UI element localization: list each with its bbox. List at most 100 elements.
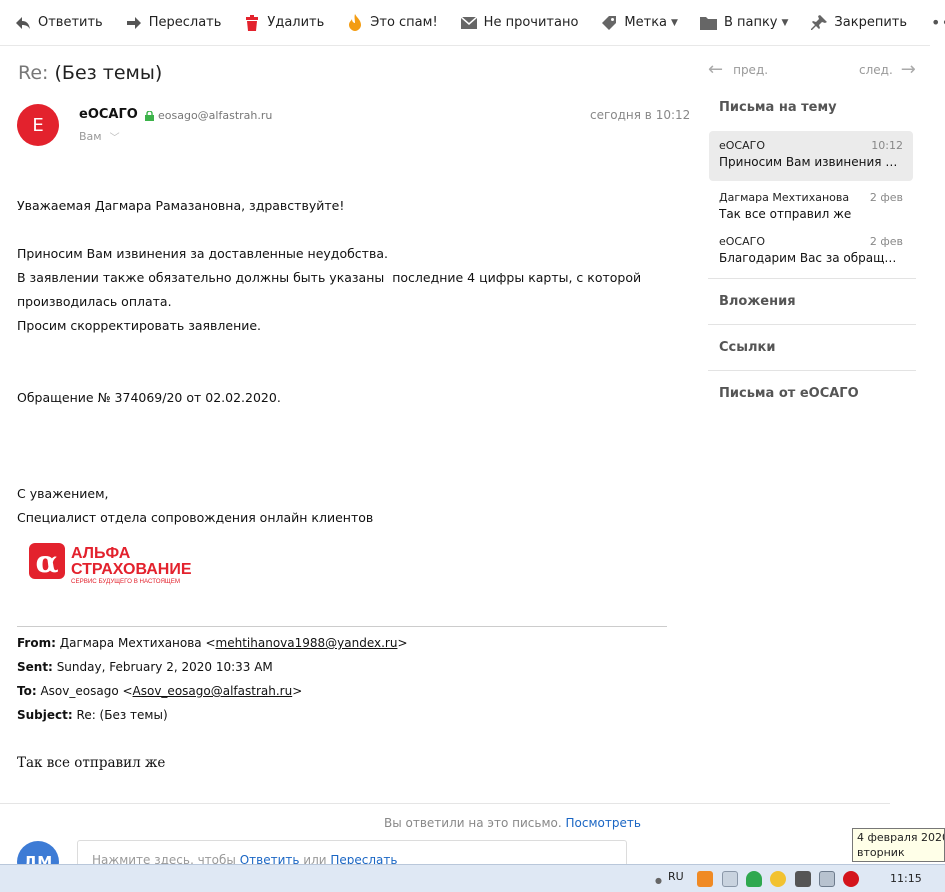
sender-letters-section[interactable]: Письма от еОСАГО	[719, 386, 859, 401]
chevron-down-icon: ﹀	[109, 133, 120, 144]
lock-icon	[145, 110, 154, 121]
view-reply-link[interactable]: Посмотреть	[565, 816, 640, 830]
thread-date: 10:12	[871, 139, 903, 152]
sender-email[interactable]: eosago@alfastrah.ru	[145, 109, 272, 122]
logo-symbol: α	[35, 545, 58, 580]
from-close: >	[397, 636, 408, 650]
subject-label: Subject:	[17, 708, 73, 722]
regards-text: С уважением,	[17, 486, 109, 501]
alfastrakhovanie-logo: α АЛЬФА СТРАХОВАНИЕ СЕРВИС БУДУЩЕГО В НА…	[29, 541, 204, 587]
next-label: след.	[859, 62, 893, 77]
network-icon[interactable]	[819, 871, 835, 887]
mark-unread-button[interactable]: Не прочитано	[460, 8, 579, 38]
recipient-toggle[interactable]: Вам ﹀	[79, 129, 120, 144]
sender-email-text: eosago@alfastrah.ru	[158, 109, 273, 122]
logo-tagline: СЕРВИС БУДУЩЕГО В НАСТОЯЩЕМ	[71, 578, 180, 585]
prev-message-button[interactable]: ← пред.	[708, 59, 768, 80]
forward-icon	[125, 14, 143, 32]
quote-separator	[17, 626, 667, 627]
folder-label: В папку	[723, 15, 778, 30]
tray-app-icon[interactable]	[697, 871, 713, 887]
from-email-link[interactable]: mehtihanova1988@yandex.ru	[216, 636, 398, 650]
thread-item[interactable]: еОСАГО 2 фев Благодарим Вас за обращение	[709, 227, 913, 277]
clock[interactable]: 11:15	[890, 872, 922, 885]
opera-icon[interactable]	[843, 871, 859, 887]
subject-value: Re: (Без темы)	[76, 708, 168, 722]
quoted-from: From: Дагмара Мехтиханова <mehtihanova19…	[17, 636, 408, 650]
sent-value: Sunday, February 2, 2020 10:33 AM	[56, 660, 273, 674]
tray-package-icon[interactable]	[795, 871, 811, 887]
tooltip-date: 4 февраля 2020 г.	[857, 831, 944, 844]
attachments-section[interactable]: Вложения	[719, 294, 796, 309]
caret-down-icon: ▼	[781, 17, 789, 28]
reply-label: Ответить	[38, 15, 103, 30]
folder-icon	[700, 14, 718, 32]
sent-label: Sent:	[17, 660, 53, 674]
move-folder-button[interactable]: В папку ▼	[700, 8, 788, 38]
quoted-sent: Sent: Sunday, February 2, 2020 10:33 AM	[17, 660, 273, 674]
replied-notice: Вы ответили на это письмо. Посмотреть	[384, 816, 641, 830]
quoted-to: To: Asov_eosago <Asov_eosago@alfastrah.r…	[17, 684, 302, 698]
toolbar: Ответить Переслать Удалить Это спам! Не …	[0, 0, 945, 46]
tooltip-weekday: вторник	[857, 846, 905, 859]
pin-label: Закрепить	[834, 15, 908, 30]
subject-text: (Без темы)	[54, 62, 163, 84]
date-tooltip: 4 февраля 2020 г. вторник	[852, 828, 945, 862]
label-button[interactable]: Метка ▼	[600, 8, 678, 38]
reply-button[interactable]: Ответить	[14, 8, 103, 38]
reply-icon	[14, 14, 32, 32]
from-name: Дагмара Мехтиханова <	[59, 636, 216, 650]
flame-icon	[346, 14, 364, 32]
pin-icon	[810, 14, 828, 32]
body-line-3: производилась оплата.	[17, 294, 172, 309]
thread-preview: Благодарим Вас за обращение	[719, 251, 903, 265]
thread-date: 2 фев	[869, 191, 903, 204]
more-button[interactable]: •••	[931, 13, 945, 32]
thread-date: 2 фев	[869, 235, 903, 248]
thread-preview: Так все отправил же	[719, 207, 852, 221]
shield-icon[interactable]	[746, 871, 762, 887]
taskbar: ● RU 11:15	[0, 864, 945, 892]
volume-icon[interactable]	[722, 871, 738, 887]
body-line-1: Приносим Вам извинения за доставленные н…	[17, 246, 388, 261]
links-section[interactable]: Ссылки	[719, 340, 775, 355]
forward-button[interactable]: Переслать	[125, 8, 222, 38]
panel-divider	[708, 370, 916, 371]
logo-line-2: СТРАХОВАНИЕ	[71, 561, 192, 578]
body-line-4: Просим скорректировать заявление.	[17, 318, 262, 333]
logo-line-1: АЛЬФА	[71, 545, 131, 562]
language-indicator[interactable]: RU	[668, 870, 684, 883]
delete-button[interactable]: Удалить	[243, 8, 324, 38]
tray-dot: ●	[655, 876, 662, 885]
sender-name[interactable]: еОСАГО	[79, 107, 138, 122]
next-message-button[interactable]: след. →	[859, 59, 916, 80]
quoted-body: Так все отправил же	[17, 755, 166, 771]
to-close: >	[292, 684, 303, 698]
sender-avatar[interactable]: E	[17, 104, 59, 146]
thread-item[interactable]: еОСАГО 10:12 Приносим Вам извинения за д…	[709, 131, 913, 181]
spam-button[interactable]: Это спам!	[346, 8, 438, 38]
panel-divider	[708, 324, 916, 325]
delete-label: Удалить	[267, 15, 325, 30]
unread-label: Не прочитано	[483, 15, 579, 30]
caret-down-icon: ▼	[671, 17, 678, 28]
pin-button[interactable]: Закрепить	[810, 8, 907, 38]
from-label: From:	[17, 636, 56, 650]
tray-update-icon[interactable]	[770, 871, 786, 887]
quoted-subject: Subject: Re: (Без темы)	[17, 708, 168, 722]
panel-divider	[708, 278, 916, 279]
message-date: сегодня в 10:12	[590, 108, 691, 122]
thread-preview: Приносим Вам извинения за доставленные н…	[719, 155, 903, 169]
forward-label: Переслать	[148, 15, 222, 30]
thread-item[interactable]: Дагмара Мехтиханова 2 фев Так все отправ…	[709, 183, 913, 233]
spam-label: Это спам!	[370, 15, 438, 30]
footer-separator	[0, 803, 890, 804]
to-email-link[interactable]: Asov_eosago@alfastrah.ru	[133, 684, 293, 698]
recipient-label: Вам	[79, 130, 102, 143]
envelope-icon	[460, 14, 478, 32]
thread-title: Письма на тему	[719, 100, 837, 115]
subject-prefix: Re:	[18, 62, 49, 84]
arrow-left-icon: ←	[708, 59, 724, 80]
replied-text: Вы ответили на это письмо.	[384, 816, 562, 830]
case-number: Обращение № 374069/20 от 02.02.2020.	[17, 390, 281, 405]
